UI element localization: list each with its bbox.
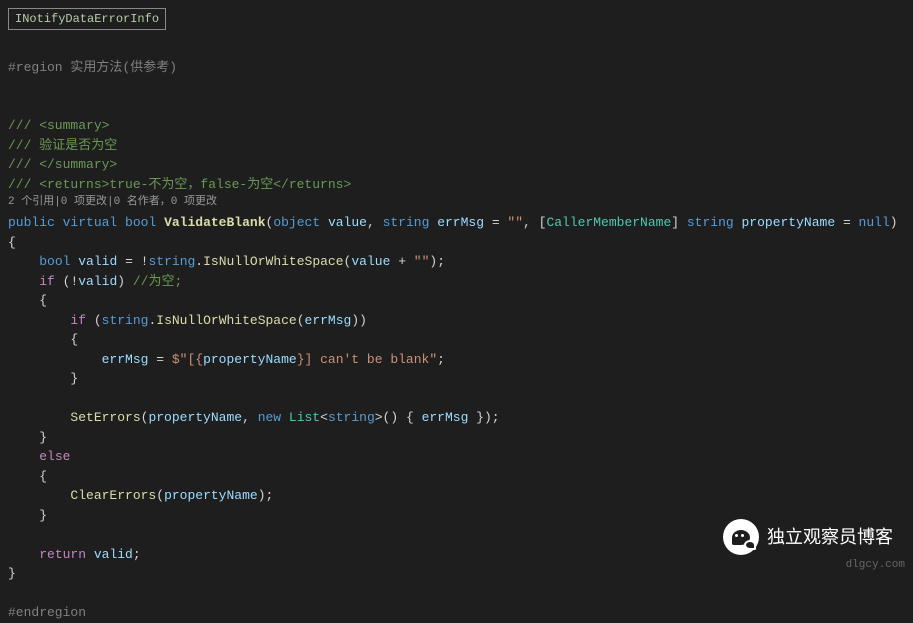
brace: } bbox=[8, 564, 905, 584]
code-line: bool valid = !string.IsNullOrWhiteSpace(… bbox=[8, 252, 905, 272]
doc-comment: /// <returns>true-不为空，false-为空</returns> bbox=[8, 175, 905, 195]
brace: } bbox=[8, 428, 905, 448]
brace: { bbox=[8, 467, 905, 487]
blank-line bbox=[8, 389, 905, 409]
doc-comment: /// <summary> bbox=[8, 116, 905, 136]
interface-reference[interactable]: INotifyDataErrorInfo bbox=[8, 8, 166, 30]
code-line: ClearErrors(propertyName); bbox=[8, 486, 905, 506]
blank-line bbox=[8, 77, 905, 97]
brace: } bbox=[8, 369, 905, 389]
region-directive: #region 实用方法(供参考) bbox=[8, 58, 905, 78]
codelens-info[interactable]: 2 个引用|0 项更改|0 名作者，0 项更改 bbox=[8, 194, 905, 213]
brace: { bbox=[8, 233, 905, 253]
code-line: if (!valid) //为空; bbox=[8, 272, 905, 292]
brace: { bbox=[8, 330, 905, 350]
code-line: SetErrors(propertyName, new List<string>… bbox=[8, 408, 905, 428]
blank-line bbox=[8, 584, 905, 604]
watermark-url: dlgcy.com bbox=[846, 557, 905, 574]
doc-comment: /// </summary> bbox=[8, 155, 905, 175]
brace: { bbox=[8, 291, 905, 311]
blank-line bbox=[8, 97, 905, 117]
code-line: else bbox=[8, 447, 905, 467]
wechat-icon bbox=[723, 519, 759, 555]
code-line: if (string.IsNullOrWhiteSpace(errMsg)) bbox=[8, 311, 905, 331]
blank-line bbox=[8, 38, 905, 58]
doc-comment: /// 验证是否为空 bbox=[8, 136, 905, 156]
endregion-directive: #endregion bbox=[8, 603, 905, 623]
watermark: 独立观察员博客 bbox=[723, 519, 893, 555]
code-line: errMsg = $"[{propertyName}] can't be bla… bbox=[8, 350, 905, 370]
watermark-text: 独立观察员博客 bbox=[767, 524, 893, 551]
method-signature: public virtual bool ValidateBlank(object… bbox=[8, 213, 905, 233]
